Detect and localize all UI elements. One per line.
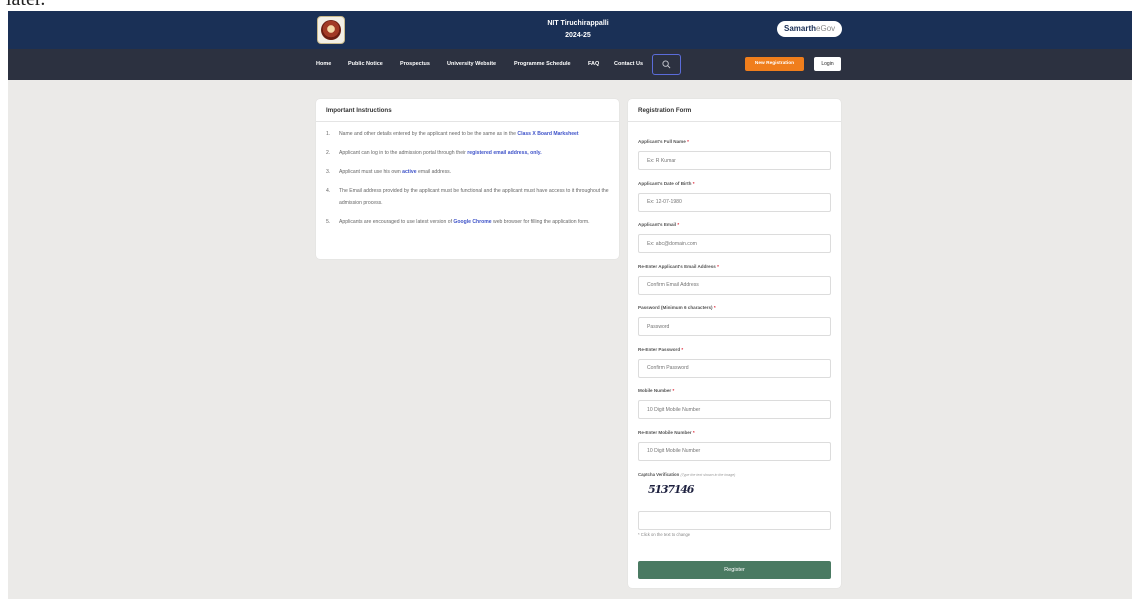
- dob-label-text: Applicant's Date of Birth: [638, 180, 692, 186]
- required-mark: *: [677, 222, 680, 227]
- captcha-label: Captcha Verification (Type the text show…: [638, 472, 735, 477]
- required-mark: *: [672, 388, 675, 393]
- site-header: NIT Tiruchirappalli 2024-25 SamartheGov: [8, 11, 1132, 49]
- required-mark: *: [692, 429, 695, 435]
- instruction-item: 2. Applicant can log in to the admission …: [326, 148, 609, 160]
- nav-prospectus[interactable]: Prospectus: [400, 61, 430, 67]
- instruction-highlight: registered email address, only.: [467, 150, 542, 156]
- full-name-label-text: Applicant's Full Name: [638, 139, 686, 144]
- instruction-highlight: active: [402, 169, 417, 175]
- required-mark: *: [681, 346, 684, 352]
- full-name-label: Applicant's Full Name *: [638, 139, 689, 144]
- instruction-text: Applicants are encouraged to use latest …: [339, 218, 454, 225]
- institute-logo: [317, 16, 345, 44]
- confirm-email-input[interactable]: [638, 275, 831, 295]
- instructions-card: Important Instructions 1. Name and other …: [316, 99, 619, 259]
- confirm-password-label-text: Re-Enter Password: [638, 346, 681, 352]
- session-year: 2024-25: [565, 32, 591, 39]
- required-mark: *: [717, 263, 719, 269]
- main-nav: Home Public Notice Prospectus University…: [8, 49, 1132, 80]
- instruction-item: 4. The Email address provided by the appl…: [326, 186, 609, 209]
- search-icon: [662, 60, 671, 69]
- instruction-text: Applicant must use his own: [339, 169, 403, 175]
- login-button[interactable]: Login: [814, 57, 841, 71]
- instruction-number: 1.: [326, 131, 331, 137]
- nav-contact-us[interactable]: Contact Us: [614, 61, 643, 67]
- email-label-text: Applicant's Email: [638, 222, 677, 227]
- confirm-mobile-label-text: Re-Enter Mobile Number: [638, 429, 692, 435]
- institute-name: NIT Tiruchirappalli: [547, 20, 609, 27]
- instruction-highlight: Class X Board Marksheet: [517, 131, 579, 137]
- instruction-highlight: Google Chrome: [453, 218, 492, 225]
- instruction-text: Name and other details entered by the ap…: [339, 131, 518, 137]
- mobile-label-text: Mobile Number: [638, 388, 672, 393]
- instruction-text: The Email address provided by the applic…: [339, 188, 609, 206]
- instruction-text: Applicant can log in to the admission po…: [339, 150, 468, 156]
- required-mark: *: [713, 305, 716, 310]
- email-input[interactable]: [638, 234, 831, 253]
- confirm-mobile-input[interactable]: [638, 441, 831, 461]
- samarth-brand-logo[interactable]: SamartheGov: [777, 21, 843, 37]
- mobile-input[interactable]: [638, 400, 831, 419]
- confirm-email-label: Re-Enter Applicant's Email Address *: [638, 264, 719, 269]
- top-overflow-strip: later.: [0, 0, 1140, 11]
- email-label: Applicant's Email *: [638, 222, 679, 227]
- page-frame: NIT Tiruchirappalli 2024-25 SamartheGov …: [8, 11, 1132, 599]
- required-mark: *: [692, 180, 695, 186]
- dob-label: Applicant's Date of Birth *: [638, 181, 695, 186]
- captcha-hint: (Type the text shown in the image): [680, 473, 736, 477]
- instruction-item: 1. Name and other details entered by the …: [326, 129, 609, 141]
- password-input[interactable]: [638, 317, 831, 336]
- instruction-number: 4.: [326, 188, 331, 194]
- instruction-number: 5.: [326, 218, 331, 225]
- header-title: NIT Tiruchirappalli 2024-25: [488, 18, 668, 42]
- captcha-image[interactable]: 5137146: [648, 483, 694, 496]
- instruction-text-end: web browser for filling the application …: [491, 218, 590, 225]
- confirm-password-input[interactable]: [638, 358, 831, 378]
- captcha-change-note: * Click on the text to change: [638, 532, 691, 537]
- brand-sub: eGov: [816, 24, 836, 33]
- search-button[interactable]: [652, 54, 681, 75]
- nav-home[interactable]: Home: [316, 61, 331, 67]
- captcha-input[interactable]: [638, 511, 831, 530]
- confirm-email-label-text: Re-Enter Applicant's Email Address: [638, 263, 716, 269]
- required-mark: *: [687, 139, 689, 144]
- instructions-title: Important Instructions: [316, 99, 619, 122]
- brand-main: Samarth: [784, 24, 817, 33]
- instruction-item: 3. Applicant must use his own active emai…: [326, 167, 609, 179]
- register-button[interactable]: Register: [638, 561, 831, 579]
- confirm-mobile-label: Re-Enter Mobile Number *: [638, 430, 695, 435]
- instruction-number: 3.: [326, 169, 331, 175]
- full-name-input[interactable]: [638, 151, 831, 170]
- dob-input[interactable]: [638, 192, 831, 212]
- nav-university-website[interactable]: University Website: [447, 61, 496, 67]
- mobile-label: Mobile Number *: [638, 388, 674, 393]
- nav-programme-schedule[interactable]: Programme Schedule: [514, 61, 571, 67]
- nav-faq[interactable]: FAQ: [588, 61, 599, 67]
- password-label-text: Password (Minimum 6 characters): [638, 305, 713, 310]
- confirm-password-label: Re-Enter Password *: [638, 347, 683, 352]
- instructions-list: 1. Name and other details entered by the …: [316, 122, 619, 228]
- nav-public-notice[interactable]: Public Notice: [348, 61, 383, 67]
- instruction-number: 2.: [326, 150, 331, 156]
- new-registration-button[interactable]: New Registration: [745, 57, 804, 71]
- instruction-item: 5. Applicants are encouraged to use lates…: [326, 217, 609, 229]
- captcha-label-text: Captcha Verification: [638, 472, 680, 477]
- emblem-icon: [321, 20, 341, 40]
- overflow-text: later.: [6, 0, 45, 11]
- registration-form-title: Registration Form: [628, 99, 841, 122]
- password-label: Password (Minimum 6 characters) *: [638, 305, 716, 310]
- instruction-text-end: email address.: [416, 169, 452, 175]
- registration-form: Registration Form Applicant's Full Name …: [628, 99, 841, 588]
